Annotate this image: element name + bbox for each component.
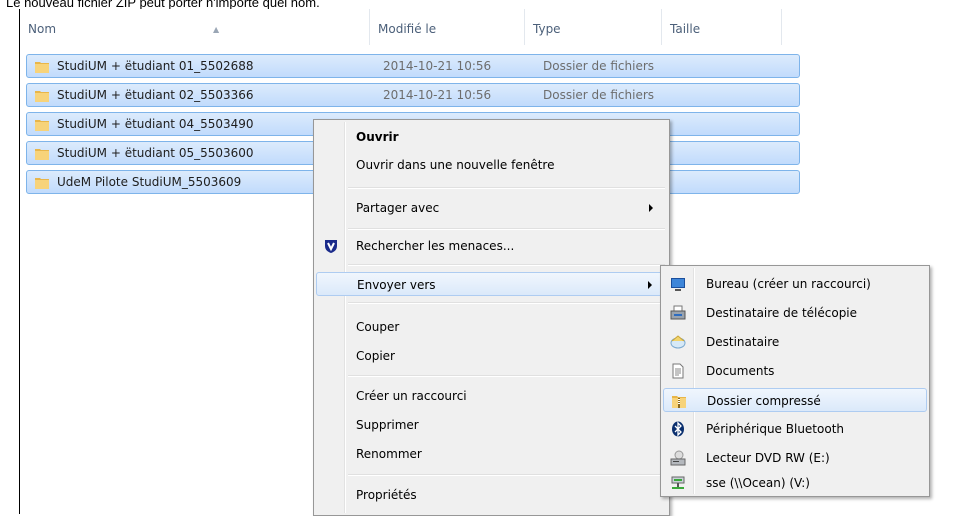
menu-item-dvd-drive[interactable]: Lecteur DVD RW (E:)	[663, 446, 927, 470]
menu-item-cut[interactable]: Couper	[316, 315, 667, 339]
menu-item-delete[interactable]: Supprimer	[316, 413, 667, 437]
menu-item-copy-label: Copier	[356, 349, 395, 363]
menu-item-documents-label: Documents	[706, 364, 775, 378]
menu-item-open[interactable]: Ouvrir	[316, 125, 667, 149]
menu-item-send-to-label: Envoyer vers	[357, 278, 436, 292]
mail-icon	[670, 335, 686, 349]
menu-item-compressed-folder[interactable]: Dossier compressé	[663, 388, 927, 412]
bluetooth-icon	[672, 421, 684, 437]
menu-item-copy[interactable]: Copier	[316, 344, 667, 368]
menu-item-create-shortcut[interactable]: Créer un raccourci	[316, 384, 667, 408]
file-name: StudiUM + ëtudiant 05_5503600	[57, 146, 254, 160]
send-to-submenu: Bureau (créer un raccourci) Destinataire…	[660, 265, 930, 497]
menu-item-properties[interactable]: Propriétés	[316, 483, 667, 507]
menu-item-documents[interactable]: Documents	[663, 359, 927, 383]
menu-item-fax-label: Destinataire de télécopie	[706, 306, 858, 320]
menu-item-open-new-window-label: Ouvrir dans une nouvelle fenêtre	[356, 158, 555, 172]
menu-item-share-with-label: Partager avec	[356, 201, 440, 215]
menu-item-rename-label: Renommer	[356, 447, 422, 461]
menu-separator	[348, 302, 665, 304]
file-modified: 2014-10-21 10:56	[383, 59, 492, 73]
document-icon	[672, 363, 684, 379]
column-name-label: Nom	[28, 22, 57, 36]
file-modified: 2014-10-21 10:56	[383, 88, 492, 102]
menu-item-send-to[interactable]: Envoyer vers	[316, 272, 667, 296]
sort-up-icon: ▲	[213, 25, 220, 34]
menu-separator	[348, 187, 665, 189]
shield-icon	[325, 240, 337, 253]
menu-item-share-with[interactable]: Partager avec	[316, 196, 667, 220]
menu-item-cut-label: Couper	[356, 320, 400, 334]
column-size-header[interactable]: Taille	[662, 9, 782, 45]
folder-icon	[35, 91, 49, 102]
menu-item-create-shortcut-label: Créer un raccourci	[356, 389, 467, 403]
column-header: Nom ▲ Modifié le Type Taille	[20, 9, 958, 45]
menu-item-fax[interactable]: Destinataire de télécopie	[663, 301, 927, 325]
file-name: StudiUM + ëtudiant 04_5503490	[57, 117, 254, 131]
menu-item-mail[interactable]: Destinataire	[663, 330, 927, 354]
menu-separator	[348, 228, 665, 230]
menu-item-dvd-drive-label: Lecteur DVD RW (E:)	[706, 451, 830, 465]
file-name: StudiUM + ëtudiant 01_5502688	[57, 59, 254, 73]
menu-item-network-drive-label: sse (\\Ocean) (V:)	[706, 476, 810, 490]
column-name-header[interactable]: Nom ▲	[20, 9, 370, 45]
menu-item-scan-threats[interactable]: Rechercher les menaces...	[316, 234, 667, 258]
file-type: Dossier de fichiers	[543, 59, 655, 73]
submenu-arrow-icon	[649, 204, 653, 212]
menu-item-network-drive[interactable]: sse (\\Ocean) (V:)	[663, 471, 927, 495]
menu-separator	[348, 375, 665, 377]
column-modified-header[interactable]: Modifié le	[370, 9, 525, 45]
menu-item-compressed-folder-label: Dossier compressé	[707, 394, 821, 408]
file-row[interactable]: StudiUM + ëtudiant 01_5502688 2014-10-21…	[26, 54, 800, 78]
folder-icon	[35, 62, 49, 73]
file-name: StudiUM + ëtudiant 02_5503366	[57, 88, 254, 102]
file-type: Dossier de fichiers	[543, 88, 655, 102]
menu-item-bluetooth-label: Périphérique Bluetooth	[706, 422, 845, 436]
menu-item-mail-label: Destinataire	[706, 335, 780, 349]
menu-separator	[348, 264, 665, 266]
folder-icon	[35, 149, 49, 160]
folder-icon	[35, 120, 49, 131]
menu-item-delete-label: Supprimer	[356, 418, 419, 432]
context-menu: Ouvrir Ouvrir dans une nouvelle fenêtre …	[313, 119, 670, 516]
file-name: UdeM Pilote StudiUM_5503609	[57, 175, 242, 189]
submenu-arrow-icon	[648, 281, 652, 289]
zip-folder-icon	[672, 396, 686, 408]
file-row[interactable]: StudiUM + ëtudiant 02_5503366 2014-10-21…	[26, 83, 800, 107]
menu-item-rename[interactable]: Renommer	[316, 442, 667, 466]
menu-separator	[348, 474, 665, 476]
menu-item-desktop[interactable]: Bureau (créer un raccourci)	[663, 272, 927, 296]
menu-item-bluetooth[interactable]: Périphérique Bluetooth	[663, 417, 927, 441]
folder-icon	[35, 178, 49, 189]
desktop-icon	[671, 278, 685, 291]
column-type-header[interactable]: Type	[525, 9, 662, 45]
network-drive-icon	[671, 476, 685, 489]
menu-item-scan-threats-label: Rechercher les menaces...	[356, 239, 515, 253]
dvd-drive-icon	[670, 450, 686, 466]
menu-item-properties-label: Propriétés	[356, 488, 417, 502]
menu-item-desktop-label: Bureau (créer un raccourci)	[706, 277, 871, 291]
menu-item-open-new-window[interactable]: Ouvrir dans une nouvelle fenêtre	[316, 153, 667, 177]
fax-icon	[670, 305, 686, 320]
menu-item-open-label: Ouvrir	[356, 130, 399, 144]
